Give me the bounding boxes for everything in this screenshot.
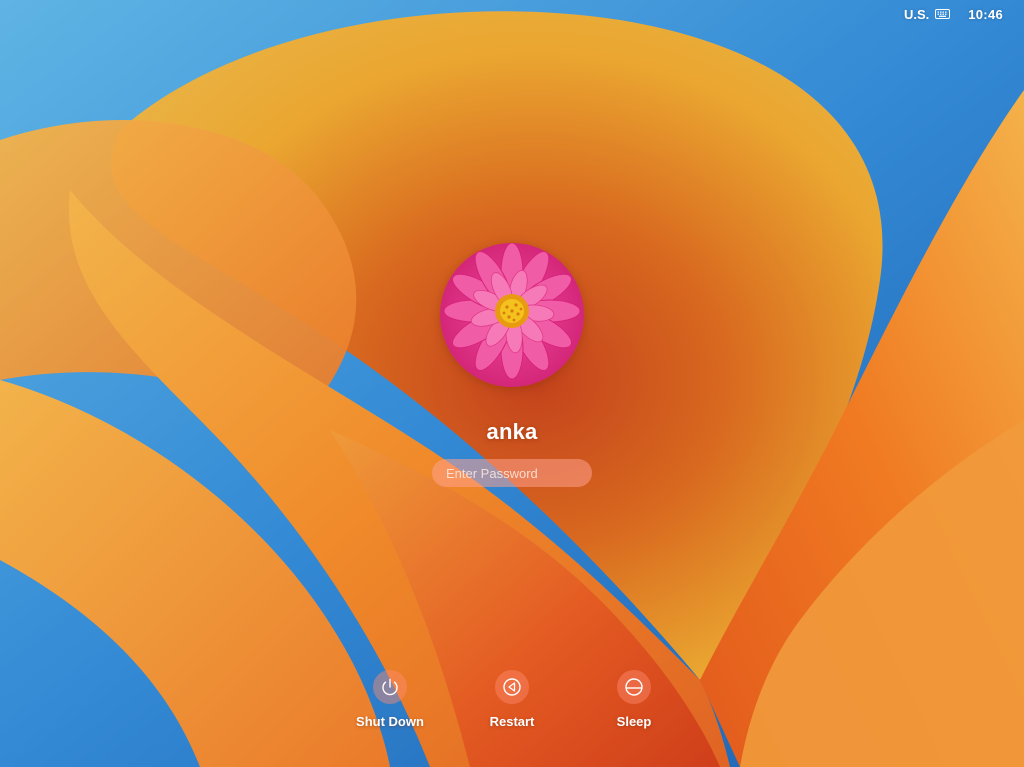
sleep-button[interactable]: Sleep <box>589 670 679 729</box>
input-source-label: U.S. <box>903 6 930 22</box>
sleep-icon <box>625 678 643 696</box>
login-screen: U.S. 10:46 anka Shut Down Restart Sleep <box>0 0 1024 767</box>
login-panel: anka <box>0 243 1024 487</box>
restart-icon <box>503 678 521 696</box>
restart-label: Restart <box>489 714 535 729</box>
shut-down-label: Shut Down <box>356 714 424 729</box>
password-field[interactable] <box>432 459 592 487</box>
shut-down-circle[interactable] <box>373 670 407 704</box>
restart-button[interactable]: Restart <box>467 670 557 729</box>
user-avatar[interactable] <box>440 243 584 387</box>
username-label: anka <box>486 419 538 444</box>
power-actions: Shut Down Restart Sleep <box>0 670 1024 740</box>
menu-bar: U.S. 10:46 <box>904 0 1024 28</box>
menu-bar-clock[interactable]: 10:46 <box>968 7 1003 22</box>
power-icon <box>382 678 398 696</box>
sleep-circle[interactable] <box>617 670 651 704</box>
sleep-label: Sleep <box>616 714 652 729</box>
restart-circle[interactable] <box>495 670 529 704</box>
pink-flower-avatar-icon <box>440 243 584 387</box>
keyboard-icon <box>935 9 951 19</box>
shut-down-button[interactable]: Shut Down <box>345 670 435 729</box>
input-source-menu[interactable]: U.S. <box>903 6 951 22</box>
